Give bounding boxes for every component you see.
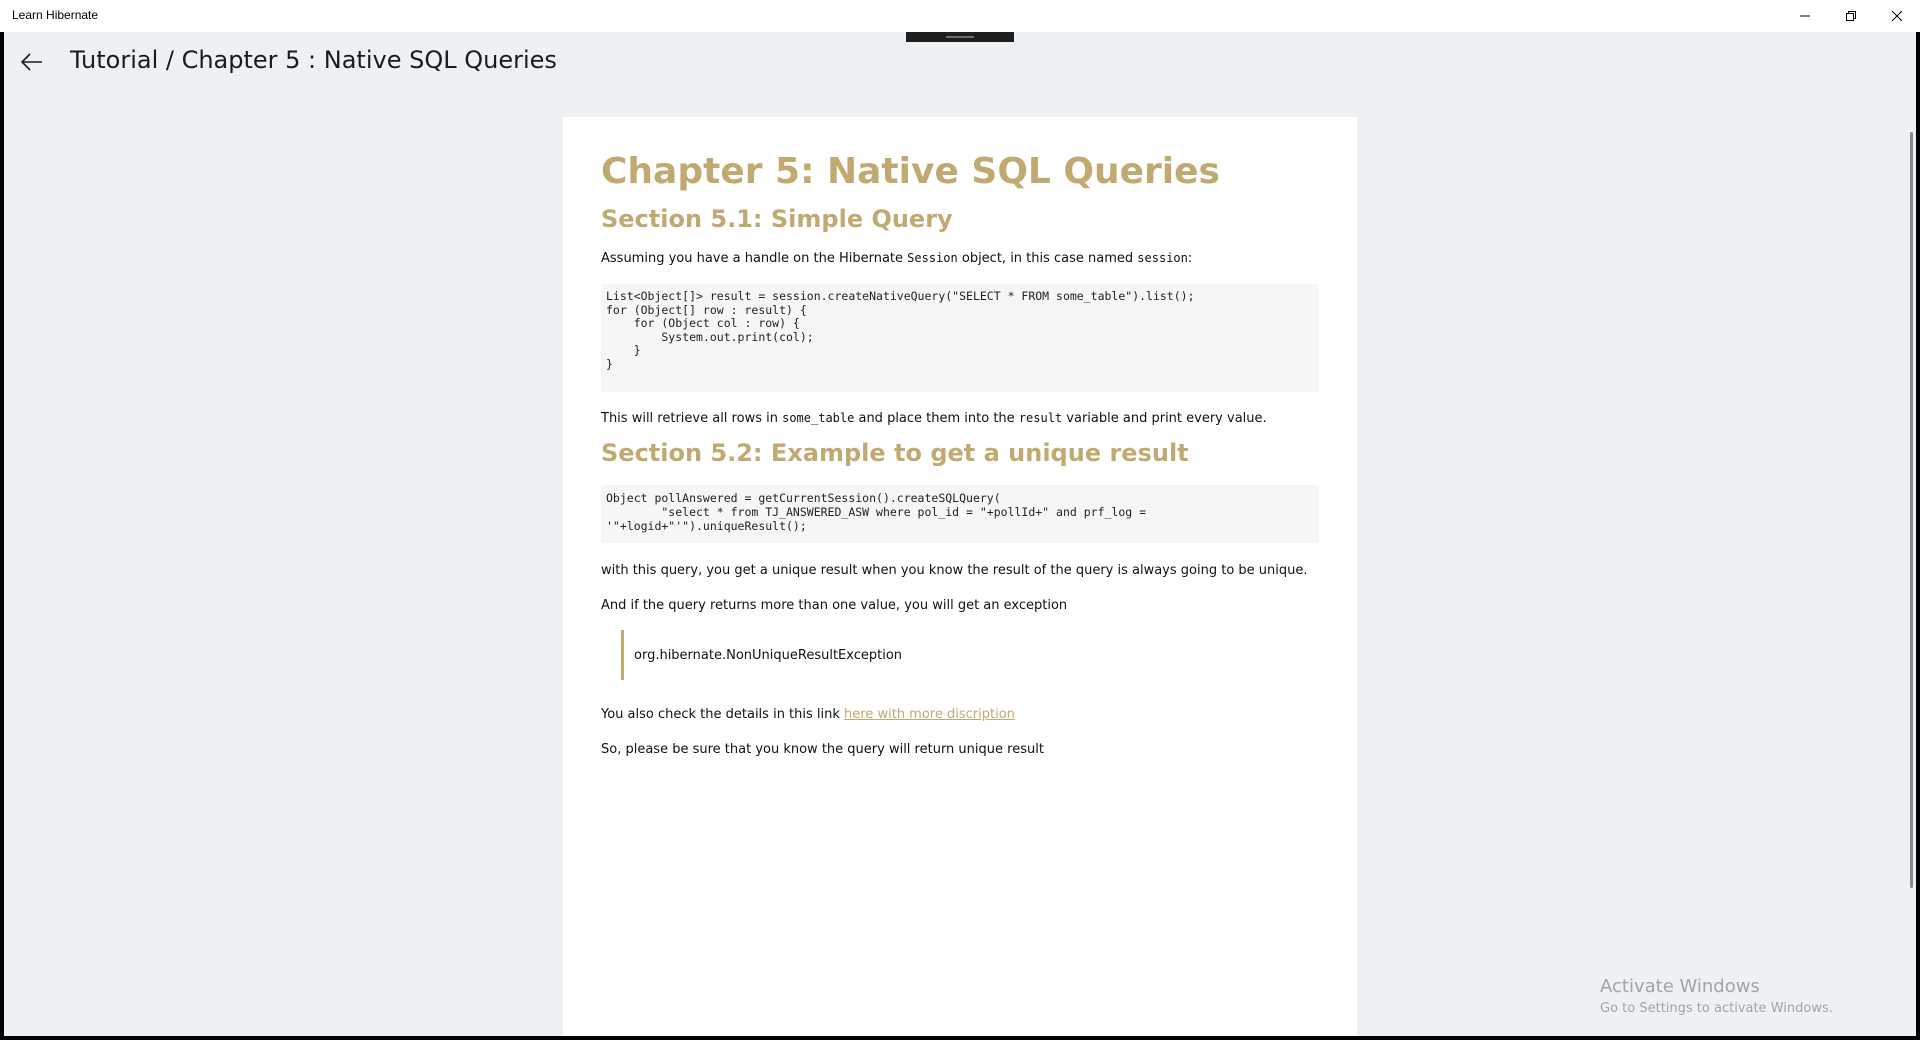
minimize-button[interactable] bbox=[1782, 0, 1828, 32]
section-intro-paragraph: Assuming you have a handle on the Hibern… bbox=[601, 251, 1193, 266]
code-line: for (Object col : row) { bbox=[606, 316, 800, 330]
details-link[interactable]: here with more discription bbox=[844, 707, 1015, 722]
details-link-paragraph: You also check the details in this link … bbox=[601, 707, 1015, 722]
exception-blockquote: org.hibernate.NonUniqueResultException bbox=[621, 630, 902, 680]
code-line: '"+logid+"'").uniqueResult(); bbox=[606, 519, 807, 533]
exception-paragraph: And if the query returns more than one v… bbox=[601, 598, 1068, 613]
close-button[interactable] bbox=[1874, 0, 1920, 32]
close-icon bbox=[1892, 11, 1902, 21]
unique-result-paragraph: with this query, you get a unique result… bbox=[601, 563, 1308, 578]
watermark-title: Activate Windows bbox=[1600, 976, 1760, 997]
chapter-title: Chapter 5: Native SQL Queries bbox=[601, 151, 1220, 192]
drag-handle[interactable] bbox=[906, 32, 1014, 42]
activation-watermark: Activate Windows Go to Settings to activ… bbox=[1600, 976, 1833, 1016]
result-explanation-paragraph: This will retrieve all rows in some_tabl… bbox=[601, 411, 1267, 426]
back-arrow-icon bbox=[21, 53, 42, 71]
link-prefix: You also check the details in this link bbox=[601, 707, 845, 722]
code-line: System.out.print(col); bbox=[606, 330, 814, 344]
code-line: "select * from TJ_ANSWERED_ASW where pol… bbox=[606, 505, 1147, 519]
restore-button[interactable] bbox=[1828, 0, 1874, 32]
section-heading-5-2: Section 5.2: Example to get a unique res… bbox=[601, 439, 1189, 467]
app-title: Learn Hibernate bbox=[12, 8, 99, 22]
closing-paragraph: So, please be sure that you know the que… bbox=[601, 742, 1044, 757]
vertical-scrollbar[interactable] bbox=[1910, 132, 1913, 888]
page-title: Tutorial / Chapter 5 : Native SQL Querie… bbox=[70, 46, 557, 74]
code-block-simple-query: List<Object[]> result = session.createNa… bbox=[601, 284, 1319, 392]
section-heading-5-1: Section 5.1: Simple Query bbox=[601, 205, 953, 233]
minimize-icon bbox=[1800, 15, 1810, 17]
content-card: Chapter 5: Native SQL Queries Section 5.… bbox=[563, 117, 1357, 1036]
code-block-unique-result: Object pollAnswered = getCurrentSession(… bbox=[601, 485, 1319, 543]
code-line: for (Object[] row : result) { bbox=[606, 303, 807, 317]
code-line: Object pollAnswered = getCurrentSession(… bbox=[606, 491, 1001, 505]
code-line: } bbox=[606, 343, 641, 357]
title-bar: Learn Hibernate bbox=[0, 0, 1920, 32]
back-button[interactable] bbox=[12, 44, 52, 80]
app-window: Tutorial / Chapter 5 : Native SQL Querie… bbox=[4, 32, 1916, 1036]
exception-name: org.hibernate.NonUniqueResultException bbox=[634, 648, 903, 663]
watermark-subtitle: Go to Settings to activate Windows. bbox=[1600, 1001, 1833, 1016]
restore-icon bbox=[1846, 11, 1856, 21]
code-line: } bbox=[606, 357, 613, 371]
code-line: List<Object[]> result = session.createNa… bbox=[606, 289, 1195, 303]
